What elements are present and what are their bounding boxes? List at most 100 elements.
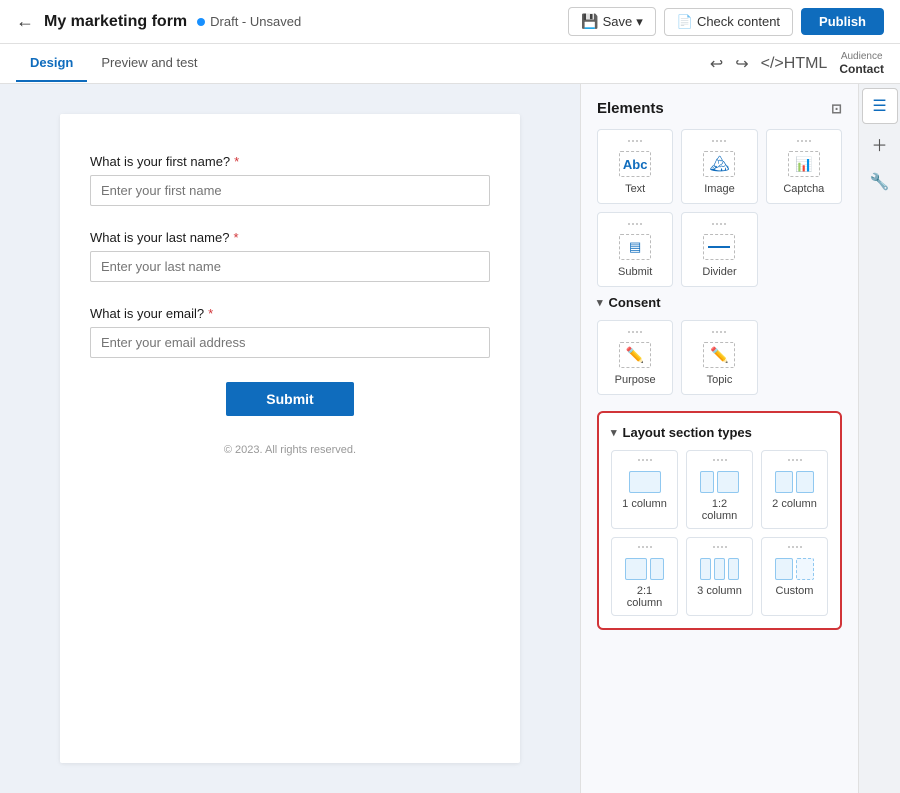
layout-3col-icon	[700, 556, 739, 580]
tab-design[interactable]: Design	[16, 45, 87, 82]
field-label-last-name: What is your last name? *	[90, 230, 490, 245]
publish-button[interactable]: Publish	[801, 8, 884, 35]
image-element-icon: 🏔	[703, 151, 735, 177]
add-icon: ＋	[871, 132, 887, 156]
canvas: What is your first name? * What is your …	[0, 84, 580, 793]
check-content-button[interactable]: 📄 Check content	[664, 8, 793, 36]
draft-status: Draft - Unsaved	[210, 14, 301, 29]
captcha-element-icon: 📊	[788, 151, 820, 177]
elements-title: Elements ⊡	[597, 100, 842, 117]
back-icon: ←	[16, 11, 34, 32]
layout-21col-label: 2:1 column	[618, 585, 671, 609]
last-name-input[interactable]	[90, 251, 490, 282]
check-content-icon: 📄	[677, 14, 693, 30]
sidebar-settings-button[interactable]: 🔧	[862, 164, 898, 200]
element-topic[interactable]: ✏️ Topic	[681, 320, 757, 395]
first-name-input[interactable]	[90, 175, 490, 206]
undo-button[interactable]: ↩	[710, 54, 723, 74]
layout-custom[interactable]: Custom	[761, 537, 828, 616]
layout-2col-icon	[775, 469, 814, 493]
element-submit[interactable]: ▤ Submit	[597, 212, 673, 287]
layout-collapse-header[interactable]: ▾ Layout section types	[611, 425, 828, 440]
back-button[interactable]: ←	[16, 11, 34, 32]
element-purpose[interactable]: ✏️ Purpose	[597, 320, 673, 395]
layout-grid: 1 column 1:2 column	[611, 450, 828, 616]
html-button[interactable]: </> HTML	[761, 55, 828, 73]
save-icon: 💾	[581, 13, 598, 30]
topic-element-icon: ✏️	[703, 342, 735, 368]
sidebar-add-button[interactable]: ＋	[862, 126, 898, 162]
divider-element-icon	[703, 234, 735, 260]
draft-dot	[197, 18, 205, 26]
sidebar-icons: ☰ ＋ 🔧	[858, 84, 900, 793]
elements-panel: Elements ⊡ Abc Text 🏔	[581, 84, 858, 793]
publish-label: Publish	[819, 14, 866, 29]
form-card: What is your first name? * What is your …	[60, 114, 520, 763]
layout-21-column[interactable]: 2:1 column	[611, 537, 678, 616]
check-content-label: Check content	[697, 14, 780, 29]
layout-2-column[interactable]: 2 column	[761, 450, 828, 529]
layout-custom-label: Custom	[776, 585, 814, 597]
redo-button[interactable]: ↪	[735, 54, 748, 74]
layout-1-column[interactable]: 1 column	[611, 450, 678, 529]
submit-area: Submit	[90, 382, 490, 416]
redo-icon: ↪	[735, 54, 748, 74]
draft-badge: Draft - Unsaved	[197, 14, 301, 29]
header-right: 💾 Save ▾ 📄 Check content Publish	[568, 7, 884, 36]
layout-collapse-arrow: ▾	[611, 426, 617, 439]
consent-section: ▾ Consent ✏️ Purpose	[597, 295, 842, 395]
layout-12-column[interactable]: 1:2 column	[686, 450, 753, 529]
submit-button[interactable]: Submit	[226, 382, 353, 416]
element-image[interactable]: 🏔 Image	[681, 129, 757, 204]
main-content: What is your first name? * What is your …	[0, 84, 900, 793]
save-dropdown-icon: ▾	[636, 14, 643, 30]
element-text[interactable]: Abc Text	[597, 129, 673, 204]
tab-preview-and-test[interactable]: Preview and test	[87, 45, 211, 82]
wrench-icon: 🔧	[870, 172, 890, 192]
header-left: ← My marketing form Draft - Unsaved	[16, 11, 301, 32]
elements-grid: Abc Text 🏔 Image 📊	[597, 129, 842, 287]
sidebar-elements-button[interactable]: ☰	[862, 88, 898, 124]
undo-icon: ↩	[710, 54, 723, 74]
element-submit-label: Submit	[618, 266, 652, 278]
submit-element-icon: ▤	[619, 234, 651, 260]
subnav-right: ↩ ↪ </> HTML Audience Contact	[710, 51, 884, 76]
save-button[interactable]: 💾 Save ▾	[568, 7, 656, 36]
layout-3col-label: 3 column	[697, 585, 742, 597]
form-field-last-name: What is your last name? *	[90, 230, 490, 282]
element-purpose-label: Purpose	[615, 374, 656, 386]
element-image-label: Image	[704, 183, 735, 195]
layout-1col-label: 1 column	[622, 498, 667, 510]
subnav-tabs: Design Preview and test	[16, 45, 211, 82]
consent-collapse-arrow: ▾	[597, 296, 603, 309]
layout-12col-label: 1:2 column	[693, 498, 746, 522]
elements-panel-icon: ☰	[872, 96, 886, 116]
layout-custom-icon	[775, 556, 814, 580]
layout-section: ▾ Layout section types 1 column	[597, 411, 842, 630]
consent-grid: ✏️ Purpose ✏️ Topic	[597, 320, 842, 395]
header: ← My marketing form Draft - Unsaved 💾 Sa…	[0, 0, 900, 44]
save-label: Save	[603, 14, 633, 29]
field-label-email: What is your email? *	[90, 306, 490, 321]
layout-3-column[interactable]: 3 column	[686, 537, 753, 616]
form-footer: © 2023. All rights reserved.	[90, 444, 490, 456]
form-field-email: What is your email? *	[90, 306, 490, 358]
layout-21col-icon	[625, 556, 664, 580]
purpose-element-icon: ✏️	[619, 342, 651, 368]
element-captcha[interactable]: 📊 Captcha	[766, 129, 842, 204]
form-field-first-name: What is your first name? *	[90, 154, 490, 206]
email-input[interactable]	[90, 327, 490, 358]
required-star-2: *	[233, 230, 238, 245]
consent-collapse-header[interactable]: ▾ Consent	[597, 295, 842, 310]
element-divider[interactable]: Divider	[681, 212, 757, 287]
audience-selector[interactable]: Audience Contact	[839, 51, 884, 76]
subnav: Design Preview and test ↩ ↪ </> HTML Aud…	[0, 44, 900, 84]
layout-12col-icon	[700, 469, 739, 493]
page-title: My marketing form	[44, 13, 187, 31]
element-topic-label: Topic	[707, 374, 733, 386]
element-divider-label: Divider	[702, 266, 736, 278]
elements-panel-icon: ⊡	[831, 101, 842, 117]
audience-label: Audience	[841, 51, 883, 62]
layout-1col-icon	[629, 469, 661, 493]
audience-value: Contact	[839, 62, 884, 76]
